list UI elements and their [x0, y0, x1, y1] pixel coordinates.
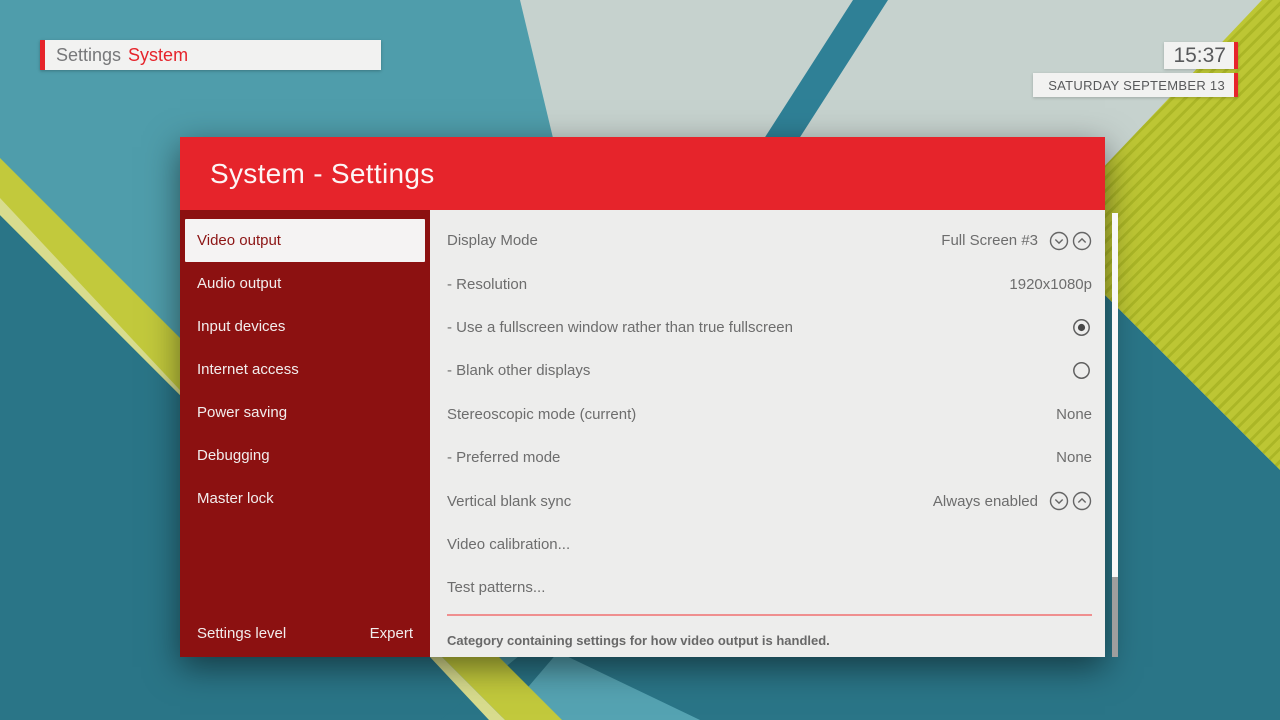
radio-unselected-icon[interactable] — [1071, 360, 1092, 381]
settings-row-blank-other-displays[interactable]: - Blank other displays — [430, 349, 1105, 392]
sidebar-item-input-devices[interactable]: Input devices — [180, 305, 430, 348]
sidebar-item-label: Internet access — [197, 361, 299, 378]
settings-row-preferred-mode[interactable]: - Preferred mode None — [430, 436, 1105, 479]
date-text: SATURDAY SEPTEMBER 13 — [1048, 78, 1225, 93]
sidebar-item-audio-output[interactable]: Audio output — [180, 262, 430, 305]
setting-label: - Use a fullscreen window rather than tr… — [447, 319, 1068, 336]
setting-label: Stereoscopic mode (current) — [447, 406, 1046, 423]
sidebar-item-label: Power saving — [197, 404, 287, 421]
spinner-controls — [1046, 491, 1092, 511]
dialog-title: System - Settings — [210, 158, 435, 190]
dialog-header: System - Settings — [180, 137, 1105, 210]
sidebar: Video output Audio output Input devices Int… — [180, 210, 430, 657]
setting-label: Display Mode — [447, 232, 931, 249]
breadcrumb: Settings System — [40, 40, 381, 70]
description-separator — [447, 614, 1092, 616]
settings-row-use-a-fullscreen-window-rather-than-true-fullscreen[interactable]: - Use a fullscreen window rather than tr… — [430, 306, 1105, 349]
scrollbar-thumb[interactable] — [1112, 577, 1118, 657]
setting-label: - Blank other displays — [447, 362, 1068, 379]
settings-level-label: Settings level — [197, 625, 286, 642]
chevron-down-icon[interactable] — [1049, 231, 1069, 251]
clock: 15:37 — [1164, 42, 1238, 69]
setting-value: Full Screen #3 — [941, 232, 1038, 249]
date: SATURDAY SEPTEMBER 13 — [1033, 73, 1238, 97]
setting-value: 1920x1080p — [1009, 276, 1092, 293]
setting-label: - Preferred mode — [447, 449, 1046, 466]
setting-label: Video calibration... — [447, 536, 1092, 553]
sidebar-item-debugging[interactable]: Debugging — [180, 434, 430, 477]
sidebar-item-master-lock[interactable]: Master lock — [180, 477, 430, 520]
settings-dialog: System - Settings Video output Audio outp… — [180, 137, 1105, 657]
setting-value: Always enabled — [933, 493, 1038, 510]
settings-row-video-calibration[interactable]: Video calibration... — [430, 523, 1105, 566]
settings-level-row[interactable]: Settings level Expert — [180, 610, 430, 657]
setting-description: Category containing settings for how vid… — [447, 625, 1092, 657]
sidebar-item-label: Audio output — [197, 275, 281, 292]
sidebar-item-video-output[interactable]: Video output — [185, 219, 425, 262]
sidebar-item-label: Input devices — [197, 318, 285, 335]
sidebar-item-label: Master lock — [197, 490, 274, 507]
dialog-body: Video output Audio output Input devices Int… — [180, 210, 1105, 657]
settings-row-resolution[interactable]: - Resolution 1920x1080p — [430, 262, 1105, 305]
chevron-up-icon[interactable] — [1072, 491, 1092, 511]
settings-rows: Display Mode Full Screen #3 - Resolution 19… — [430, 219, 1105, 610]
chevron-up-icon[interactable] — [1072, 231, 1092, 251]
spinner-controls — [1046, 231, 1092, 251]
breadcrumb-section: Settings — [56, 45, 121, 66]
settings-level-value: Expert — [370, 625, 413, 642]
sidebar-item-power-saving[interactable]: Power saving — [180, 391, 430, 434]
settings-row-stereoscopic-mode-current[interactable]: Stereoscopic mode (current) None — [430, 393, 1105, 436]
breadcrumb-subsection: System — [128, 45, 188, 66]
clock-time: 15:37 — [1173, 44, 1226, 68]
setting-label: Test patterns... — [447, 579, 1092, 596]
chevron-down-icon[interactable] — [1049, 491, 1069, 511]
sidebar-item-label: Video output — [197, 232, 281, 249]
sidebar-item-internet-access[interactable]: Internet access — [180, 348, 430, 391]
sidebar-item-label: Debugging — [197, 447, 270, 464]
setting-label: - Resolution — [447, 276, 999, 293]
settings-row-display-mode[interactable]: Display Mode Full Screen #3 — [430, 219, 1105, 262]
settings-panel: Display Mode Full Screen #3 - Resolution 19… — [430, 210, 1105, 657]
setting-value: None — [1056, 406, 1092, 423]
radio-selected-icon[interactable] — [1071, 317, 1092, 338]
settings-row-test-patterns[interactable]: Test patterns... — [430, 566, 1105, 609]
setting-label: Vertical blank sync — [447, 493, 923, 510]
settings-row-vertical-blank-sync[interactable]: Vertical blank sync Always enabled — [430, 479, 1105, 522]
sidebar-menu: Video output Audio output Input devices Int… — [180, 219, 430, 520]
scrollbar-track[interactable] — [1112, 213, 1118, 577]
panel-scrollbar[interactable] — [1112, 213, 1118, 657]
setting-value: None — [1056, 449, 1092, 466]
